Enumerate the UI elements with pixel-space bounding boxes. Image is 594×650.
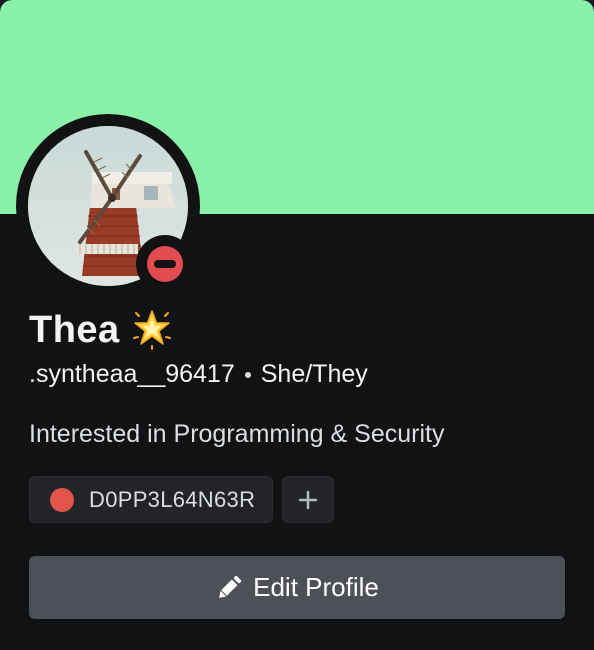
edit-profile-button[interactable]: Edit Profile	[29, 556, 565, 619]
profile-card: Thea .syntheaa__96417 She/They Intereste…	[0, 0, 594, 650]
role-label: D0PP3L64N63R	[89, 486, 256, 512]
plus-icon	[298, 490, 318, 509]
add-role-button[interactable]	[282, 476, 334, 523]
separator-dot	[244, 371, 251, 378]
role-chip[interactable]: D0PP3L64N63R	[29, 476, 273, 523]
role-color-dot	[50, 487, 74, 512]
username[interactable]: .syntheaa__96417	[29, 360, 235, 389]
pronouns: She/They	[260, 360, 368, 388]
pencil-icon	[219, 575, 242, 598]
do-not-disturb-icon[interactable]	[147, 246, 183, 282]
name-row: Thea	[29, 308, 174, 352]
display-name: Thea	[29, 308, 120, 351]
username-row: .syntheaa__96417 She/They	[29, 360, 368, 389]
bio: Interested in Programming & Security	[29, 420, 445, 448]
glowing-star-icon	[130, 308, 174, 352]
edit-profile-label: Edit Profile	[253, 572, 379, 602]
